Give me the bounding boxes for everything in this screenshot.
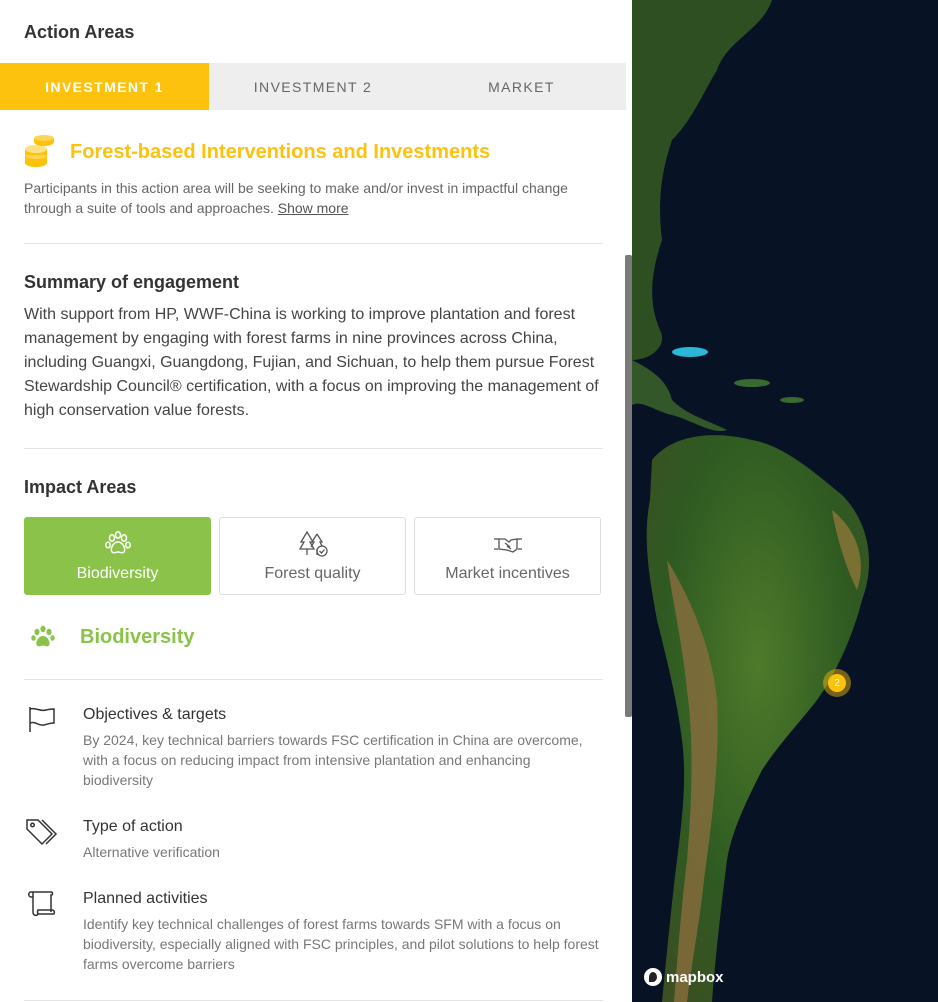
objectives-item: Objectives & targets By 2024, key techni… [24,706,604,790]
item-text: Alternative verification [83,844,220,860]
panel-heading: Action Areas [24,22,135,42]
selected-impact-title: Biodiversity [80,625,195,648]
trees-icon [298,530,328,557]
divider [24,243,603,244]
mapbox-wordmark: mapbox [666,968,724,986]
mapbox-icon [644,968,662,986]
item-title: Planned activities [83,890,208,907]
map-cluster-marker[interactable]: 2 [823,669,851,697]
selected-impact-header: Biodiversity [30,624,194,650]
map-terrain [632,0,870,1002]
item-text: Identify key technical challenges of for… [83,916,599,972]
divider [24,448,603,449]
action-area-intro: Participants in this action area will be… [24,178,614,218]
type-of-action-item: Type of action Alternative verification [24,818,604,862]
tab-investment-2[interactable]: INVESTMENT 2 [209,63,417,110]
handshake-icon [493,538,522,553]
item-title: Type of action [83,818,183,835]
coins-icon [25,135,54,167]
impact-card-market-incentives[interactable]: Market incentives [414,517,601,595]
impact-area-cards: Biodiversity Forest quality Market incen… [24,517,601,595]
impact-card-forest-quality[interactable]: Forest quality [219,517,406,595]
divider [24,1000,603,1001]
flag-icon [29,707,55,732]
impact-areas-heading: Impact Areas [24,477,137,497]
divider [24,679,603,680]
action-area-title: Forest-based Interventions and Investmen… [70,140,491,163]
action-area-header: Forest-based Interventions and Investmen… [24,135,490,169]
item-text: By 2024, key technical barriers towards … [83,732,583,788]
cluster-count: 2 [828,674,846,692]
item-title: Objectives & targets [83,706,227,723]
summary-heading: Summary of engagement [24,272,240,292]
mapbox-logo[interactable]: mapbox [644,968,724,986]
summary-text: With support from HP, WWF-China is worki… [24,306,599,419]
tags-icon [26,819,58,846]
paw-icon [31,625,55,647]
scroll-icon [28,891,56,917]
impact-card-biodiversity[interactable]: Biodiversity [24,517,211,595]
impact-card-label: Biodiversity [76,565,159,582]
show-more-link[interactable]: Show more [278,200,349,216]
impact-card-label: Forest quality [264,565,361,582]
impact-card-label: Market incentives [445,565,570,582]
paw-icon [104,531,131,554]
tab-market[interactable]: MARKET [417,63,626,110]
panel-scrollbar[interactable] [625,255,632,717]
tab-bar: INVESTMENT 1 INVESTMENT 2 MARKET [0,63,626,110]
tab-investment-1[interactable]: INVESTMENT 1 [0,63,209,110]
map-view[interactable] [632,0,938,1002]
planned-activities-item: Planned activities Identify key technica… [24,890,604,974]
action-areas-panel: Action Areas INVESTMENT 1 INVESTMENT 2 M… [0,0,632,1002]
